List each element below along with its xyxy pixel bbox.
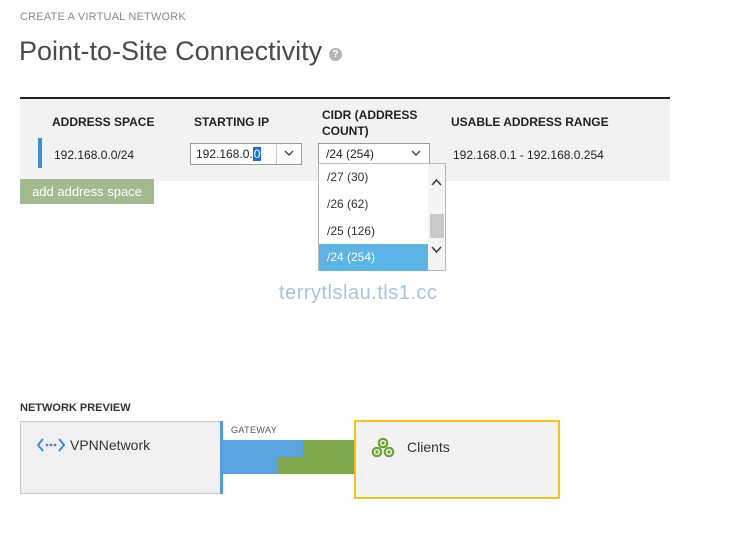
vpn-network-label: VPNNetwork: [70, 437, 151, 453]
address-space-cell: 192.168.0.0/24: [54, 148, 135, 162]
clients-label: Clients: [407, 439, 450, 455]
column-header-cidr: CIDR (ADDRESS COUNT): [322, 108, 418, 138]
network-preview-heading: NETWORK PREVIEW: [20, 402, 131, 414]
help-icon[interactable]: ?: [329, 48, 342, 61]
starting-ip-dropdown-button[interactable]: [276, 144, 301, 164]
wizard-breadcrumb: CREATE A VIRTUAL NETWORK: [20, 11, 186, 23]
gateway-connection-green: [303, 440, 355, 457]
column-header-usable-range: USABLE ADDRESS RANGE: [451, 115, 609, 129]
cidr-option[interactable]: /25 (126): [319, 218, 429, 245]
row-marker: [38, 138, 42, 168]
column-header-address-space: ADDRESS SPACE: [52, 115, 155, 129]
starting-ip-prefix: 192.168.0.: [196, 147, 253, 161]
page-title: Point-to-Site Connectivity: [19, 36, 323, 66]
gateway-connection-blue: [223, 440, 277, 474]
chevron-down-icon: [284, 150, 294, 156]
cidr-option[interactable]: /27 (30): [319, 164, 429, 191]
gateway-connection-green: [277, 457, 355, 474]
cidr-selected-value: /24 (254): [326, 147, 375, 161]
scroll-down-icon[interactable]: [431, 246, 442, 254]
chevron-down-icon: [411, 150, 421, 156]
starting-ip-selected-text: 0: [252, 147, 262, 161]
network-icon: [37, 438, 65, 452]
cidr-dropdown-list: /27 (30) /26 (62) /25 (126) /24 (254): [318, 163, 446, 271]
column-header-starting-ip: STARTING IP: [194, 115, 270, 129]
gateway-label: GATEWAY: [231, 425, 278, 435]
cidr-option[interactable]: /26 (62): [319, 191, 429, 218]
watermark-text: terrytlslau.tls1.cc: [279, 282, 438, 304]
usable-range-cell: 192.168.0.1 - 192.168.0.254: [453, 148, 604, 162]
cidr-option-selected[interactable]: /24 (254): [319, 244, 429, 271]
starting-ip-value[interactable]: 192.168.0.0: [196, 147, 262, 161]
scrollbar-thumb[interactable]: [430, 214, 444, 238]
add-address-space-button[interactable]: add address space: [20, 179, 154, 204]
scroll-up-icon[interactable]: [431, 178, 442, 186]
gateway-connection-blue: [277, 440, 303, 457]
clients-node[interactable]: [354, 420, 560, 499]
cidr-dropdown-button[interactable]: [404, 144, 428, 164]
clients-icon: [371, 437, 395, 458]
vpn-network-node: [20, 421, 222, 494]
